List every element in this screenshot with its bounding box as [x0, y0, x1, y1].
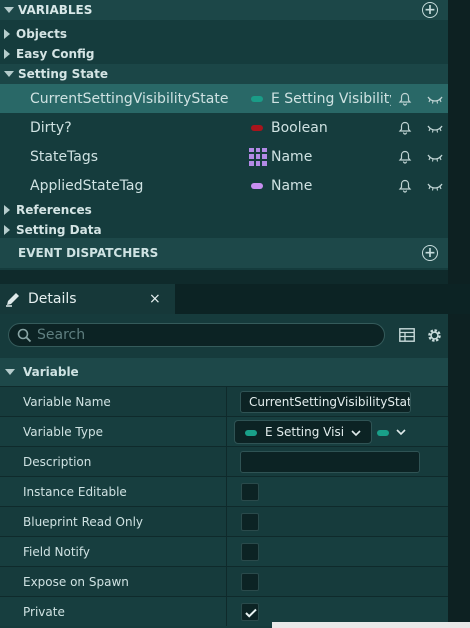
column-divider — [226, 537, 227, 566]
eye-closed-icon[interactable] — [427, 181, 443, 191]
eye-closed-icon[interactable] — [427, 152, 443, 162]
enum-pin-icon — [245, 430, 257, 436]
variable-row[interactable]: CurrentSettingVisibilityState E Setting … — [0, 84, 448, 113]
variable-name: Dirty? — [30, 119, 72, 136]
category-label: Objects — [16, 27, 68, 41]
expand-arrow-icon — [4, 49, 10, 59]
search-icon — [17, 328, 32, 343]
checkmark-icon — [245, 608, 257, 618]
column-divider — [226, 417, 227, 446]
side-strip — [448, 0, 470, 628]
tab-details[interactable]: Details × — [0, 284, 175, 314]
column-divider — [226, 447, 227, 476]
overlay-window-edge — [272, 622, 470, 628]
expand-arrow-icon — [4, 225, 10, 235]
column-divider — [226, 387, 227, 416]
prop-expose-on-spawn: Expose on Spawn — [0, 566, 448, 596]
variable-row[interactable]: AppliedStateTag Name — [0, 171, 448, 200]
column-divider — [226, 477, 227, 506]
variable-name: StateTags — [30, 148, 99, 165]
prop-variable-type: Variable Type E Setting Visibility State — [0, 416, 448, 446]
variable-type: E Setting Visibility State — [271, 90, 391, 107]
variable-type: Name — [271, 148, 313, 165]
variable-type-value: E Setting Visibility State — [265, 425, 345, 439]
variable-row[interactable]: StateTags Name — [0, 142, 448, 171]
category-setting-state[interactable]: Setting State — [0, 64, 448, 84]
category-label: References — [16, 203, 92, 217]
category-objects[interactable]: Objects — [0, 24, 448, 44]
variable-name: CurrentSettingVisibilityState — [30, 90, 229, 107]
variable-type: Name — [271, 177, 313, 194]
collapse-arrow-icon — [5, 369, 15, 375]
variable-name: AppliedStateTag — [30, 177, 144, 194]
container-type-dropdown[interactable] — [376, 425, 410, 441]
category-references[interactable]: References — [0, 200, 448, 220]
prop-blueprint-read-only: Blueprint Read Only — [0, 506, 448, 536]
category-setting-data[interactable]: Setting Data — [0, 220, 448, 240]
column-divider — [226, 567, 227, 596]
prop-description: Description — [0, 446, 448, 476]
boolean-pin-icon — [251, 124, 263, 131]
name-pin-icon — [251, 182, 263, 189]
search-input[interactable] — [37, 326, 367, 344]
eye-closed-icon[interactable] — [427, 123, 443, 133]
details-tab-bar: Details × — [0, 284, 470, 314]
prop-label: Expose on Spawn — [23, 575, 129, 589]
prop-label: Variable Type — [23, 425, 103, 439]
variable-row[interactable]: Dirty? Boolean — [0, 113, 448, 142]
pencil-icon — [6, 293, 19, 307]
add-dispatcher-icon[interactable]: + — [422, 245, 438, 261]
bell-icon[interactable] — [398, 92, 412, 106]
prop-label: Instance Editable — [23, 485, 127, 499]
prop-label: Private — [23, 605, 65, 619]
table-view-icon[interactable] — [399, 328, 415, 342]
variables-panel: VARIABLES + Objects Easy Config Setting … — [0, 0, 448, 270]
event-dispatchers-title: EVENT DISPATCHERS — [18, 246, 159, 260]
close-icon[interactable]: × — [149, 291, 161, 307]
category-label: Setting State — [18, 67, 109, 81]
category-easy-config[interactable]: Easy Config — [0, 44, 448, 64]
category-label: Setting Data — [16, 223, 102, 237]
details-panel: Variable Variable Name CurrentSettingVis… — [0, 314, 448, 628]
blueprint-read-only-checkbox[interactable] — [241, 513, 259, 531]
expose-on-spawn-checkbox[interactable] — [241, 573, 259, 591]
field-notify-checkbox[interactable] — [241, 543, 259, 561]
add-variable-icon[interactable]: + — [422, 2, 438, 18]
collapse-arrow-icon — [4, 71, 14, 77]
variable-type-dropdown[interactable]: E Setting Visibility State — [234, 420, 372, 444]
prop-label: Field Notify — [23, 545, 90, 559]
event-dispatchers-header[interactable]: EVENT DISPATCHERS + — [0, 238, 448, 268]
prop-label: Variable Name — [23, 395, 111, 409]
array-grid-icon — [249, 147, 267, 166]
variable-type: Boolean — [271, 119, 328, 136]
prop-instance-editable: Instance Editable — [0, 476, 448, 506]
chevron-down-icon — [351, 430, 361, 437]
private-checkbox[interactable] — [241, 603, 259, 621]
section-title: Variable — [23, 365, 79, 379]
expand-arrow-icon — [4, 205, 10, 215]
bell-icon[interactable] — [398, 150, 412, 164]
variable-name-field[interactable]: CurrentSettingVisibilityState — [240, 391, 411, 413]
prop-field-notify: Field Notify — [0, 536, 448, 566]
prop-label: Description — [23, 455, 92, 469]
prop-variable-name: Variable Name CurrentSettingVisibilitySt… — [0, 386, 448, 416]
column-divider — [226, 597, 227, 626]
prop-label: Blueprint Read Only — [23, 515, 144, 529]
section-variable[interactable]: Variable — [0, 358, 448, 386]
collapse-arrow-icon — [4, 7, 14, 13]
description-field[interactable] — [240, 451, 420, 473]
bell-icon[interactable] — [398, 121, 412, 135]
column-divider — [226, 507, 227, 536]
gear-icon[interactable] — [426, 327, 443, 344]
bell-icon[interactable] — [398, 179, 412, 193]
instance-editable-checkbox[interactable] — [241, 483, 259, 501]
enum-pin-icon — [251, 95, 263, 102]
expand-arrow-icon — [4, 29, 10, 39]
category-label: Easy Config — [16, 47, 95, 61]
variables-header[interactable]: VARIABLES + — [0, 0, 448, 20]
tab-label: Details — [28, 291, 77, 307]
eye-closed-icon[interactable] — [427, 94, 443, 104]
variables-title: VARIABLES — [18, 3, 93, 17]
search-box[interactable] — [8, 323, 385, 347]
